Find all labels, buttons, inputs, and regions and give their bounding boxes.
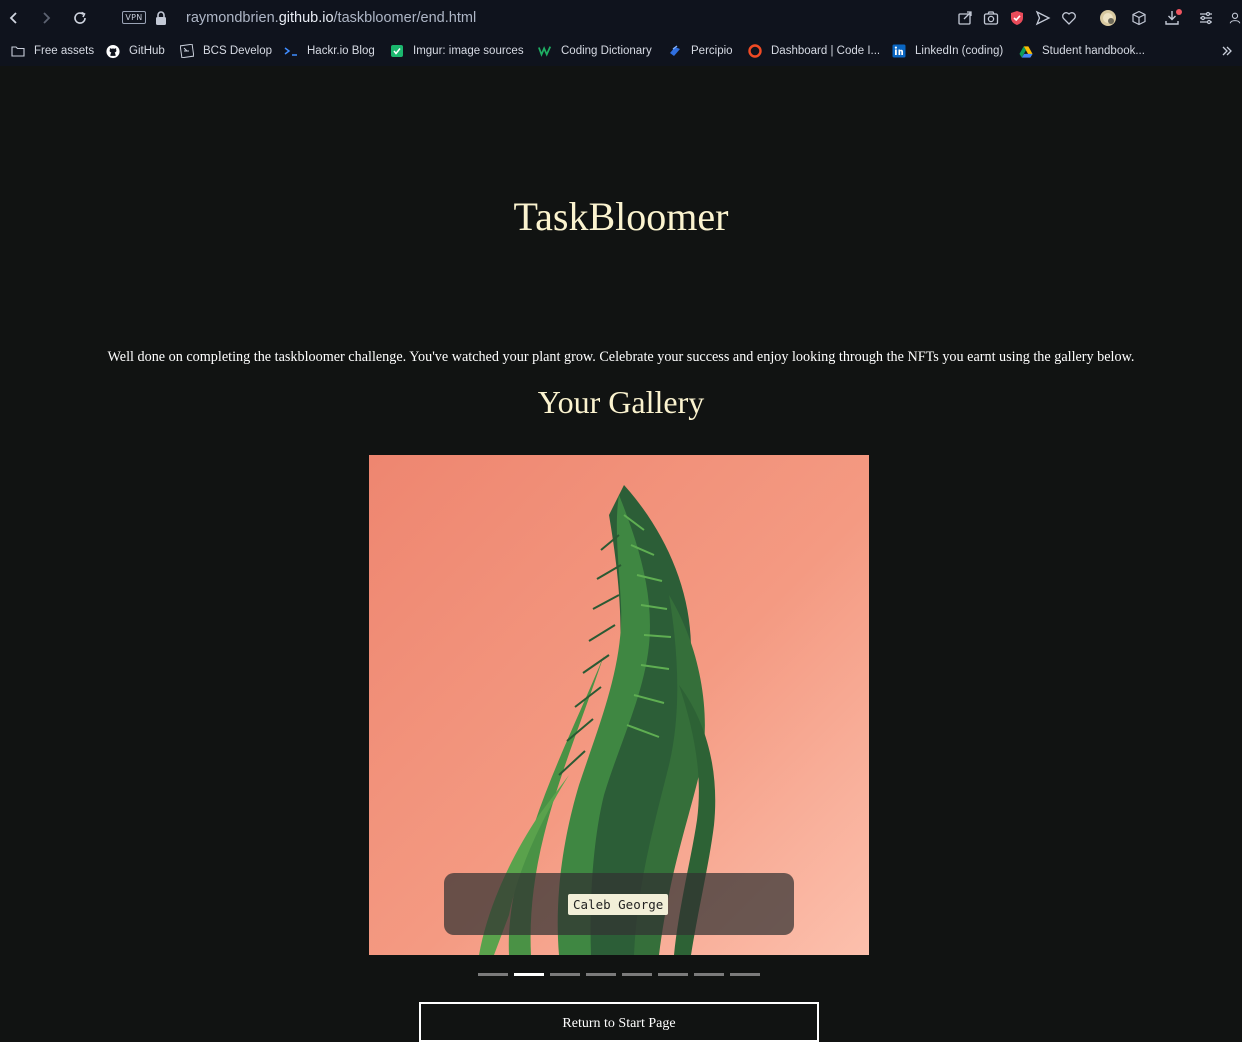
profile-button[interactable] <box>1099 9 1117 27</box>
carousel-indicator[interactable] <box>694 973 724 976</box>
bookmark-label: BCS Develop <box>203 45 273 57</box>
intro-text: Well done on completing the taskbloomer … <box>107 349 1135 365</box>
url-prefix: raymondbrien. <box>186 10 279 26</box>
carousel-indicator[interactable] <box>730 973 760 976</box>
send-icon <box>1035 10 1051 26</box>
double-chevron-right-icon <box>1222 46 1232 56</box>
extensions-button[interactable] <box>1130 9 1148 27</box>
browser-toolbar: VPN raymondbrien.github.io/taskbloomer/e… <box>0 0 1242 36</box>
bcs-icon <box>180 44 194 58</box>
url-host: github.io <box>278 10 334 26</box>
code-institute-icon <box>748 44 762 58</box>
bookmark-label: Coding Dictionary <box>561 45 652 57</box>
reload-icon <box>74 11 86 24</box>
google-drive-icon <box>1019 44 1033 58</box>
coding-dictionary-icon <box>538 44 552 58</box>
camera-icon <box>983 11 999 25</box>
address-bar[interactable]: raymondbrien.github.io/taskbloomer/end.h… <box>186 9 476 27</box>
chevron-right-icon <box>43 12 51 24</box>
bookmark-percipio[interactable]: Percipio <box>668 42 733 60</box>
bookmark-label: LinkedIn (coding) <box>915 45 1004 57</box>
folder-icon <box>11 44 25 58</box>
chevron-left-icon <box>9 12 17 24</box>
carousel-indicator[interactable] <box>622 973 652 976</box>
bookmark-label: Free assets <box>34 45 95 57</box>
download-icon <box>1165 9 1182 25</box>
bookmark-github[interactable]: GitHub <box>106 42 165 60</box>
carousel-indicators <box>478 973 760 977</box>
carousel-indicator[interactable] <box>514 973 544 976</box>
lock-icon[interactable] <box>154 10 168 26</box>
bookmark-label: Dashboard | Code I... <box>771 45 881 57</box>
carousel-indicator[interactable] <box>658 973 688 976</box>
bookmark-student-handbook[interactable]: Student handbook... <box>1019 42 1145 60</box>
percipio-icon <box>668 44 682 58</box>
bookmark-label: Student handbook... <box>1042 45 1145 57</box>
downloads-button[interactable] <box>1164 9 1182 27</box>
gallery-title: Your Gallery <box>537 384 705 420</box>
screenshot-button[interactable] <box>982 9 1000 27</box>
imgur-icon <box>390 44 404 58</box>
settings-button[interactable] <box>1197 9 1215 27</box>
bookmark-coding-dictionary[interactable]: Coding Dictionary <box>538 42 652 60</box>
person-icon <box>1229 12 1241 24</box>
send-button[interactable] <box>1034 9 1052 27</box>
bookmark-linkedin[interactable]: LinkedIn (coding) <box>892 42 1003 60</box>
bookmark-imgur[interactable]: Imgur: image sources <box>390 42 524 60</box>
account-button[interactable] <box>1228 9 1242 27</box>
hackr-icon <box>284 44 298 58</box>
forward-button[interactable] <box>36 8 56 28</box>
cube-icon <box>1132 10 1146 26</box>
sliders-icon <box>1200 11 1212 25</box>
bookmark-bcs-develop[interactable]: BCS Develop <box>180 42 272 60</box>
vpn-badge[interactable]: VPN <box>122 11 146 24</box>
heart-icon <box>1062 12 1076 25</box>
carousel-indicator[interactable] <box>550 973 580 976</box>
back-button[interactable] <box>4 8 24 28</box>
bookmark-hackr[interactable]: Hackr.io Blog <box>284 42 375 60</box>
favorites-button[interactable] <box>1060 9 1078 27</box>
shield-icon <box>1011 11 1023 25</box>
share-button[interactable] <box>956 9 974 27</box>
url-path: /taskbloomer/end.html <box>333 10 477 26</box>
return-to-start-button[interactable]: Return to Start Page <box>419 1002 819 1042</box>
bookmark-label: Percipio <box>691 45 733 57</box>
bookmark-label: Hackr.io Blog <box>307 45 375 57</box>
share-icon <box>958 11 972 25</box>
linkedin-icon <box>892 44 906 58</box>
slide-caption: Caleb George <box>568 894 669 915</box>
bookmarks-overflow-button[interactable] <box>1221 42 1233 60</box>
reload-button[interactable] <box>70 8 90 28</box>
bookmark-label: Imgur: image sources <box>413 45 524 57</box>
carousel-indicator[interactable] <box>478 973 508 976</box>
avatar-icon <box>1100 10 1116 26</box>
bookmark-label: GitHub <box>129 45 165 57</box>
bookmarks-bar: Free assets GitHub BCS Develop Hackr.io … <box>0 36 1242 66</box>
shield-button[interactable] <box>1008 9 1026 27</box>
bookmark-free-assets[interactable]: Free assets <box>11 42 94 60</box>
github-icon <box>106 44 120 58</box>
bookmark-dashboard-code-institute[interactable]: Dashboard | Code I... <box>748 42 880 60</box>
carousel-indicator[interactable] <box>586 973 616 976</box>
page-title: TaskBloomer <box>513 194 729 239</box>
